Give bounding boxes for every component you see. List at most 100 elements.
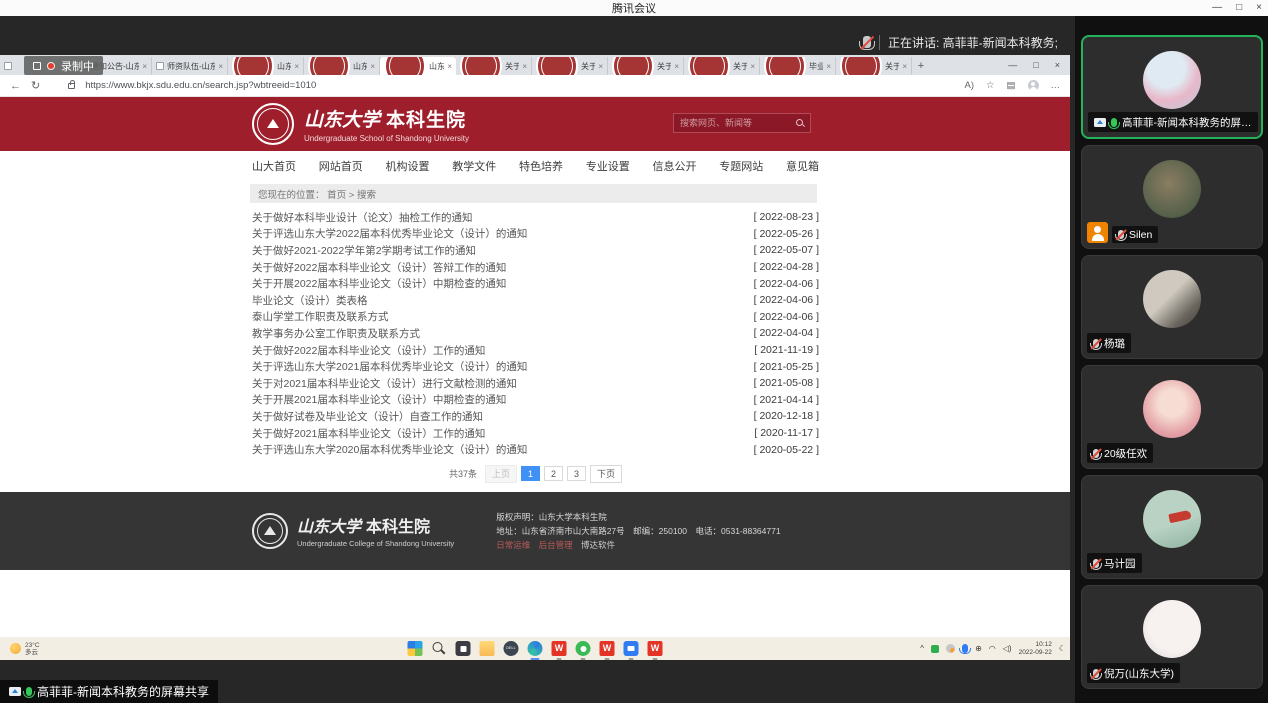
- notice-title-link[interactable]: 关于对2021届本科毕业论文（设计）进行文献检测的通知: [252, 376, 517, 391]
- pagination-next-button[interactable]: 下页: [590, 465, 622, 483]
- site-search-input[interactable]: [680, 118, 792, 128]
- tray-icon[interactable]: ◁): [1003, 645, 1012, 653]
- browser-addressbar: ← ↻ https://www.bkjx.sdu.edu.cn/search.j…: [0, 75, 1070, 97]
- browser-tab[interactable]: 山东大学 SHA ×: [228, 57, 304, 75]
- notice-title-link[interactable]: 关于做好2022届本科毕业论文（设计）答辩工作的通知: [252, 260, 506, 275]
- participant-label: Silen: [1112, 226, 1158, 243]
- site-nav-item[interactable]: 意见箱: [786, 158, 819, 174]
- pagination-page-button[interactable]: 2: [544, 466, 563, 481]
- browser-close-icon[interactable]: ×: [1055, 60, 1060, 70]
- browser-tab[interactable]: 关于做好202 ×: [608, 57, 684, 75]
- taskbar-app-icon[interactable]: [576, 641, 591, 656]
- site-nav-item[interactable]: 教学文件: [452, 158, 496, 174]
- url-field[interactable]: https://www.bkjx.sdu.edu.cn/search.jsp?w…: [85, 80, 954, 91]
- browser-tab[interactable]: 关于做好202 ×: [836, 57, 912, 75]
- browser-toolbar-icon[interactable]: [1028, 80, 1039, 91]
- participant-tile[interactable]: 马计园: [1081, 475, 1263, 579]
- participant-tile[interactable]: 杨璐: [1081, 255, 1263, 359]
- tab-close-icon[interactable]: ×: [598, 62, 603, 71]
- site-nav-item[interactable]: 机构设置: [386, 158, 430, 174]
- tray-icon[interactable]: ^: [920, 645, 924, 653]
- browser-minimize-icon[interactable]: —: [1008, 60, 1017, 70]
- taskbar-app-icon[interactable]: W: [648, 641, 663, 656]
- site-nav-item[interactable]: 特色培养: [519, 158, 563, 174]
- taskbar-app-icon[interactable]: W: [552, 641, 567, 656]
- notice-title-link[interactable]: 关于评选山东大学2022届本科优秀毕业论文（设计）的通知: [252, 226, 527, 241]
- browser-tab[interactable]: 师资队伍-山东 ×: [152, 57, 228, 75]
- notice-title-link[interactable]: 关于做好试卷及毕业论文（设计）自查工作的通知: [252, 409, 483, 424]
- tray-icon[interactable]: [931, 645, 939, 653]
- search-icon[interactable]: [796, 119, 804, 127]
- pagination-page-button[interactable]: 3: [567, 466, 586, 481]
- refresh-icon[interactable]: ↻: [31, 79, 40, 92]
- notice-date: 2022-05-07: [754, 244, 819, 256]
- tab-close-icon[interactable]: ×: [294, 62, 299, 71]
- footer-link-admin[interactable]: 后台管理: [539, 540, 573, 550]
- site-nav-item[interactable]: 专业设置: [586, 158, 630, 174]
- taskbar-app-icon[interactable]: [624, 641, 639, 656]
- browser-tab[interactable]: 毕业论文 (设 ×: [760, 57, 836, 75]
- pagination-prev-button[interactable]: 上页: [485, 465, 517, 483]
- site-nav-item[interactable]: 网站首页: [319, 158, 363, 174]
- browser-tab[interactable]: 关于开展202 ×: [684, 57, 760, 75]
- taskbar-app-icon[interactable]: [480, 641, 495, 656]
- notice-title-link[interactable]: 关于做好2021届本科毕业论文（设计）工作的通知: [252, 426, 485, 441]
- browser-toolbar-icon[interactable]: ☆: [986, 80, 995, 91]
- stop-recording-icon[interactable]: [33, 62, 41, 70]
- back-icon[interactable]: ←: [10, 80, 21, 92]
- taskbar-app-icon[interactable]: [408, 641, 423, 656]
- notice-title-link[interactable]: 关于做好2022届本科毕业论文（设计）工作的通知: [252, 343, 485, 358]
- taskbar-weather-widget[interactable]: 23°C 多云: [10, 642, 40, 656]
- footer-link-ops[interactable]: 日常运维: [496, 540, 530, 550]
- browser-tab[interactable]: 山东大学本科 ×: [380, 57, 456, 75]
- browser-tab[interactable]: 关于做好本科 ×: [456, 57, 532, 75]
- tab-close-icon[interactable]: ×: [826, 62, 831, 71]
- taskbar-app-icon[interactable]: [456, 641, 471, 656]
- notice-title-link[interactable]: 关于评选山东大学2021届本科优秀毕业论文（设计）的通知: [252, 359, 527, 374]
- tab-close-icon[interactable]: ×: [750, 62, 755, 71]
- night-light-icon[interactable]: ☾: [1059, 645, 1066, 653]
- browser-tab[interactable]: 关于评选山东 ×: [532, 57, 608, 75]
- notice-title-link[interactable]: 关于开展2021届本科毕业论文（设计）中期检查的通知: [252, 392, 506, 407]
- taskbar-app-icon[interactable]: [528, 641, 543, 656]
- tab-close-icon[interactable]: ×: [218, 62, 223, 71]
- tab-close-icon[interactable]: ×: [370, 62, 375, 71]
- tab-close-icon[interactable]: ×: [447, 62, 452, 71]
- site-nav-item[interactable]: 山大首页: [252, 158, 296, 174]
- tab-close-icon[interactable]: ×: [142, 62, 147, 71]
- notice-title-link[interactable]: 教学事务办公室工作职责及联系方式: [252, 326, 420, 341]
- participant-tile[interactable]: Silen: [1081, 145, 1263, 249]
- tray-icon[interactable]: [962, 644, 968, 653]
- pagination-page-button[interactable]: 1: [521, 466, 540, 481]
- tab-close-icon[interactable]: ×: [902, 62, 907, 71]
- taskbar-app-icon[interactable]: DELL: [504, 641, 519, 656]
- taskbar-app-icon[interactable]: [432, 641, 447, 656]
- notice-title-link[interactable]: 泰山学堂工作职责及联系方式: [252, 309, 389, 324]
- close-icon[interactable]: ×: [1256, 0, 1262, 16]
- new-tab-button[interactable]: +: [912, 57, 930, 75]
- tab-close-icon[interactable]: ×: [674, 62, 679, 71]
- browser-maximize-icon[interactable]: □: [1033, 60, 1038, 70]
- minimize-icon[interactable]: —: [1212, 0, 1222, 16]
- tab-close-icon[interactable]: ×: [522, 62, 527, 71]
- taskbar-clock[interactable]: 10:12 2022-09-22: [1019, 641, 1052, 657]
- browser-toolbar-icon[interactable]: ▤: [1007, 80, 1016, 91]
- maximize-icon[interactable]: □: [1236, 0, 1242, 16]
- participant-tile[interactable]: 高菲菲-新闻本科教务的屏幕...: [1081, 35, 1263, 139]
- notice-title-link[interactable]: 关于做好2021-2022学年第2学期考试工作的通知: [252, 243, 476, 258]
- browser-toolbar-icon[interactable]: A): [964, 80, 974, 91]
- tray-icon[interactable]: ⊕: [975, 645, 982, 653]
- participant-tile[interactable]: 20级任欢: [1081, 365, 1263, 469]
- participant-tile[interactable]: 倪万(山东大学): [1081, 585, 1263, 689]
- notice-title-link[interactable]: 关于开展2022届本科毕业论文（设计）中期检查的通知: [252, 276, 506, 291]
- tray-icon[interactable]: ◠: [989, 645, 996, 653]
- browser-tab[interactable]: 山东大学本科 ×: [304, 57, 380, 75]
- notice-title-link[interactable]: 关于做好本科毕业设计（论文）抽检工作的通知: [252, 210, 473, 225]
- site-nav-item[interactable]: 专题网站: [719, 158, 763, 174]
- notice-title-link[interactable]: 关于评选山东大学2020届本科优秀毕业论文（设计）的通知: [252, 442, 527, 457]
- notice-title-link[interactable]: 毕业论文（设计）类表格: [252, 293, 368, 308]
- browser-toolbar-icon[interactable]: …: [1051, 80, 1061, 91]
- tray-icon[interactable]: [946, 644, 955, 653]
- taskbar-app-icon[interactable]: W: [600, 641, 615, 656]
- site-nav-item[interactable]: 信息公开: [653, 158, 697, 174]
